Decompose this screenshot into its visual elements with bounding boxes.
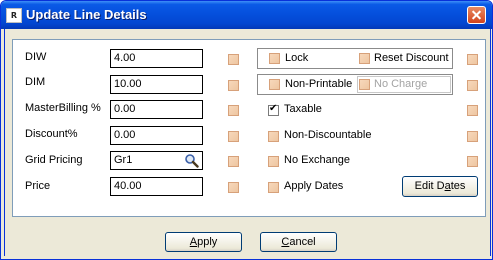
dim-field[interactable]: 10.00 [110,75,203,94]
grid-pricing-checkbox[interactable] [228,156,239,167]
grid-pricing-value: Gr1 [114,154,133,166]
reset-discount-label: Reset Discount [374,52,449,64]
no-exchange-row-checkbox[interactable] [467,156,478,167]
close-button[interactable] [467,6,486,24]
cancel-label-c: ancel [289,236,316,248]
lock-group-checkbox[interactable] [467,54,478,65]
diw-value: 4.00 [114,52,136,64]
dim-label: DIM [25,76,46,88]
discount-field[interactable]: 0.00 [110,126,203,145]
apply-label-b: A [189,236,198,248]
no-exchange-checkbox[interactable] [268,156,279,167]
edit-dates-label-a: Edit D [414,180,445,192]
title-bar[interactable]: R Update Line Details [1,1,492,29]
non-discountable-checkbox[interactable] [268,131,279,142]
diw-label: DIW [25,51,47,63]
price-label: Price [25,180,51,192]
dim-checkbox[interactable] [228,80,239,91]
price-checkbox[interactable] [228,182,239,193]
lock-checkbox[interactable] [269,53,280,64]
masterbilling-field[interactable]: 0.00 [110,100,203,119]
non-printable-label: Non-Printable [285,78,353,90]
search-icon[interactable] [184,153,199,168]
diw-field[interactable]: 4.00 [110,49,203,68]
non-printable-checkbox[interactable] [269,79,280,90]
grid-pricing-field[interactable]: Gr1 [110,151,203,170]
no-charge-label: No Charge [374,78,428,90]
apply-dates-checkbox[interactable] [268,182,279,193]
no-exchange-label: No Exchange [284,154,351,166]
dim-value: 10.00 [114,78,142,90]
taxable-checkbox[interactable] [268,103,279,116]
taxable-row-checkbox[interactable] [467,105,478,116]
masterbilling-label: MasterBilling % [25,102,101,114]
apply-label-c: pply [197,236,218,248]
apply-button[interactable]: Apply [165,232,242,252]
app-icon: R [6,8,22,23]
cancel-button[interactable]: Cancel [260,232,337,252]
discount-label: Discount% [25,128,78,140]
non-discountable-row-checkbox[interactable] [467,131,478,142]
reset-discount-checkbox[interactable] [359,53,370,64]
discount-checkbox[interactable] [228,131,239,142]
edit-dates-button[interactable]: Edit Dates [402,176,478,197]
apply-dates-label: Apply Dates [284,180,344,192]
price-value: 40.00 [114,180,142,192]
non-discountable-label: Non-Discountable [284,129,372,141]
details-panel: DIW 4.00 DIM 10.00 MasterBilling % 0.00 … [12,39,486,217]
dialog-window: R Update Line Details DIW 4.00 DIM 10.00… [0,0,493,260]
masterbilling-value: 0.00 [114,103,136,115]
edit-dates-label-c: tes [450,180,466,192]
printable-group-checkbox[interactable] [467,80,478,91]
lock-group: Lock Reset Discount [257,48,453,69]
price-field[interactable]: 40.00 [110,177,203,196]
discount-value: 0.00 [114,129,136,141]
window-title: Update Line Details [26,7,147,22]
diw-checkbox[interactable] [228,54,239,65]
taxable-label: Taxable [284,103,322,115]
lock-label: Lock [285,52,309,64]
no-charge-checkbox [359,79,370,90]
grid-pricing-label: Grid Pricing [25,154,83,166]
dialog-body: DIW 4.00 DIM 10.00 MasterBilling % 0.00 … [4,29,491,256]
masterbilling-checkbox[interactable] [228,105,239,116]
printable-group: Non-Printable No Charge [257,74,453,95]
